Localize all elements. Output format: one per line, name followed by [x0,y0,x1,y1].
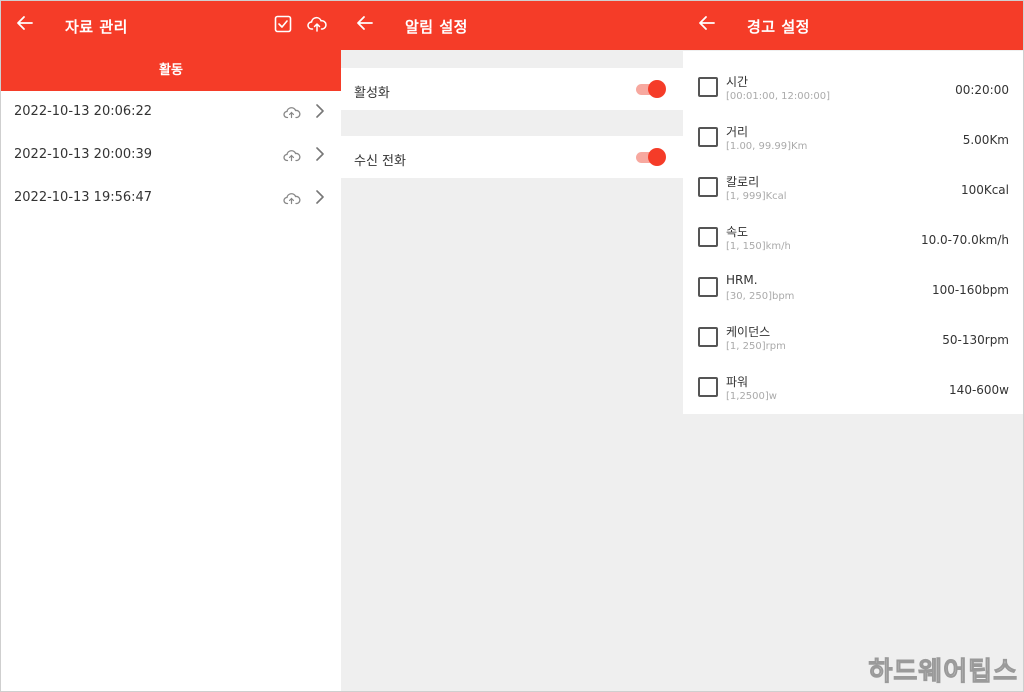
app-bar: 알림 설정 [341,1,683,50]
arrow-left-icon[interactable] [697,13,717,33]
app-bar: 자료 관리 [1,1,341,50]
chevron-right-icon [316,104,324,118]
notification-settings-panel: 알림 설정 활성화 수신 전화 [341,1,683,691]
alert-value: 100-160bpm [931,283,1009,297]
cloud-upload-icon[interactable] [307,14,327,34]
alert-checkbox[interactable] [698,77,718,97]
alert-checkbox[interactable] [698,127,718,147]
alert-range: [1, 150]km/h [726,241,791,252]
alert-item-power[interactable]: 파워 [1,2500]w 140-600w [683,357,1023,407]
cloud-sync-icon[interactable] [283,148,301,162]
setting-enable: 활성화 [341,68,683,110]
record-time: 2022-10-13 20:00:39 [14,147,153,162]
record-row[interactable]: 2022-10-13 20:06:22 [1,91,341,134]
incoming-call-toggle[interactable] [636,148,666,166]
alert-name: 속도 [726,225,749,239]
page-title: 자료 관리 [65,18,128,36]
alert-value: 140-600w [949,383,1009,397]
alert-checkbox[interactable] [698,377,718,397]
alert-value: 10.0-70.0km/h [920,233,1009,247]
alert-checkbox[interactable] [698,177,718,197]
alert-value: 50-130rpm [942,333,1009,347]
alert-item-distance[interactable]: 거리 [1.00, 99.99]Km 5.00Km [683,107,1023,157]
enable-toggle[interactable] [636,80,666,98]
alert-checkbox[interactable] [698,277,718,297]
checkbox-checked-icon[interactable] [273,14,293,34]
alert-range: [1, 999]Kcal [726,191,787,202]
alert-settings-panel: 경고 설정 시간 [00:01:00, 12:00:00] 00:20:00 거… [683,1,1023,691]
alert-list: 시간 [00:01:00, 12:00:00] 00:20:00 거리 [1.0… [683,51,1023,414]
alert-checkbox[interactable] [698,227,718,247]
chevron-right-icon [316,190,324,204]
alert-name: 시간 [726,75,749,89]
alert-name: 파워 [726,375,749,389]
alert-name: HRM. [726,273,758,287]
alert-range: [1.00, 99.99]Km [726,141,808,152]
setting-label: 활성화 [354,86,390,101]
arrow-left-icon[interactable] [355,13,375,33]
alert-name: 거리 [726,125,749,139]
record-time: 2022-10-13 20:06:22 [14,104,153,119]
cloud-sync-icon[interactable] [283,191,301,205]
record-time: 2022-10-13 19:56:47 [14,190,153,205]
alert-name: 칼로리 [726,175,760,189]
setting-incoming-call: 수신 전화 [341,136,683,178]
record-row[interactable]: 2022-10-13 20:00:39 [1,134,341,177]
alert-range: [30, 250]bpm [726,291,795,302]
record-row[interactable]: 2022-10-13 19:56:47 [1,177,341,220]
page-title: 알림 설정 [405,18,468,36]
arrow-left-icon[interactable] [15,13,35,33]
alert-item-cadence[interactable]: 케이던스 [1, 250]rpm 50-130rpm [683,307,1023,357]
page-title: 경고 설정 [747,18,810,36]
tab-activity[interactable]: 활동 [1,50,341,91]
alert-name: 케이던스 [726,325,771,339]
data-management-panel: 자료 관리 활동 2022-10-13 20:06:22 2022-10-13 … [1,1,341,691]
alert-item-speed[interactable]: 속도 [1, 150]km/h 10.0-70.0km/h [683,207,1023,257]
alert-value: 100Kcal [960,183,1009,197]
alert-item-calorie[interactable]: 칼로리 [1, 999]Kcal 100Kcal [683,157,1023,207]
app-bar: 경고 설정 [683,1,1023,50]
cloud-sync-icon[interactable] [283,105,301,119]
alert-value: 00:20:00 [955,83,1009,97]
setting-label: 수신 전화 [354,154,406,169]
alert-range: [1, 250]rpm [726,341,786,352]
alert-value: 5.00Km [962,133,1009,147]
watermark-logo: 하드웨어팁스 [868,657,1018,688]
alert-item-time[interactable]: 시간 [00:01:00, 12:00:00] 00:20:00 [683,57,1023,107]
chevron-right-icon [316,147,324,161]
alert-item-hrm[interactable]: HRM. [30, 250]bpm 100-160bpm [683,257,1023,307]
alert-range: [00:01:00, 12:00:00] [726,91,830,102]
alert-range: [1,2500]w [726,391,777,402]
alert-checkbox[interactable] [698,327,718,347]
